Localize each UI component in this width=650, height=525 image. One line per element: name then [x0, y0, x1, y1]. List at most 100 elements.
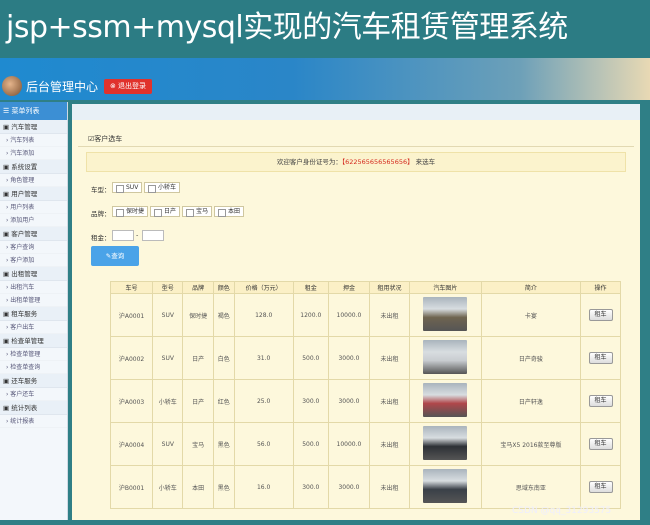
cell-deposit: 3000.0: [327, 465, 371, 509]
brand-option-porsche[interactable]: 保时捷: [112, 206, 149, 217]
table-row: 沪A0004 SUV 宝马 黑色 56.0 500.0 10000.0 未出租 宝马X5 201…: [109, 422, 621, 466]
car-photo: [423, 469, 468, 503]
sidebar-group[interactable]: ▣ 还车服务: [0, 374, 67, 388]
rent-button[interactable]: 租车: [588, 395, 613, 407]
cell-model: SUV: [152, 293, 184, 337]
sidebar-menu: ▣ 汽车管理 › 汽车列表 › 汽车添加 ▣ 系统设置 › 角色管理 ▣ 用户管理 › 用户…: [0, 120, 67, 428]
cell-rent: 500.0: [292, 336, 329, 380]
sidebar-item[interactable]: › 检查单查询: [0, 361, 67, 374]
sidebar-group[interactable]: ▣ 系统设置: [0, 160, 67, 174]
sidebar-group[interactable]: ▣ 汽车管理: [0, 120, 67, 134]
sidebar-item[interactable]: › 客户添加: [0, 254, 67, 267]
sidebar-item[interactable]: › 客户还车: [0, 388, 67, 401]
column-header: 品牌: [182, 281, 214, 294]
sidebar-header: ☰ 菜单列表: [0, 102, 67, 120]
sidebar-item[interactable]: › 客户查询: [0, 241, 67, 254]
cell-price: 128.0: [233, 293, 294, 337]
sidebar-item[interactable]: › 添加用户: [0, 214, 67, 227]
brand-option-honda[interactable]: 本田: [214, 206, 245, 217]
cell-plate: 沪A0001: [109, 293, 154, 337]
cell-color: 褐色: [212, 293, 235, 337]
avatar: [2, 76, 22, 96]
sidebar-group[interactable]: ▣ 客户管理: [0, 227, 67, 241]
sidebar-group[interactable]: ▣ 检查单管理: [0, 334, 67, 348]
banner-title: jsp+ssm+mysql实现的汽车租赁管理系统: [0, 0, 650, 58]
table-header-row: 车号 型号 品牌 颜色 价格（万元） 租金 押金 租用状况 汽车图片 简介 操作: [109, 281, 621, 294]
cell-model: 小轿车: [152, 465, 184, 509]
rent-button[interactable]: 租车: [588, 309, 613, 321]
sidebar-item[interactable]: › 汽车添加: [0, 147, 67, 160]
cell-brand: 保时捷: [182, 293, 214, 337]
cell-model: SUV: [152, 336, 184, 380]
cell-image: [408, 293, 482, 337]
app-title: 后台管理中心: [26, 80, 99, 94]
rent-button[interactable]: 租车: [588, 481, 613, 493]
type-option-sedan[interactable]: 小轿车: [144, 182, 181, 193]
sidebar-item[interactable]: › 出租汽车: [0, 281, 67, 294]
rent-button[interactable]: 租车: [588, 438, 613, 450]
column-header: 押金: [327, 281, 371, 294]
car-photo: [423, 426, 468, 460]
sidebar-group[interactable]: ▣ 统计列表: [0, 401, 67, 415]
column-header: 型号: [152, 281, 184, 294]
column-header: 操作: [580, 281, 621, 294]
cell-color: 黑色: [212, 465, 235, 509]
sidebar-item[interactable]: › 用户列表: [0, 201, 67, 214]
sidebar-group[interactable]: ▣ 出租管理: [0, 267, 67, 281]
brand-option-nissan[interactable]: 日产: [150, 206, 181, 217]
rent-button[interactable]: 租车: [588, 352, 613, 364]
cell-brand: 日产: [182, 336, 214, 380]
cell-color: 黑色: [212, 422, 235, 466]
cell-price: 56.0: [233, 422, 294, 466]
cell-rent: 300.0: [292, 465, 329, 509]
table-body: 沪A0001 SUV 保时捷 褐色 128.0 1200.0 10000.0 未出租 卡宴 租车沪…: [109, 293, 621, 509]
cell-color: 白色: [212, 336, 235, 380]
cell-plate: 沪B0001: [109, 465, 154, 509]
sidebar-item[interactable]: › 汽车列表: [0, 134, 67, 147]
cell-rent: 1200.0: [292, 293, 329, 337]
sidebar-item[interactable]: › 统计报表: [0, 415, 67, 428]
cell-rent: 300.0: [292, 379, 329, 423]
cell-plate: 沪A0002: [109, 336, 154, 380]
breadcrumb: ☑客户选车: [88, 135, 123, 143]
price-filter-label: 租金：: [91, 234, 111, 242]
cell-image: [408, 336, 482, 380]
notice-suffix: 来选车: [413, 158, 436, 166]
brand-option-bmw[interactable]: 宝马: [182, 206, 213, 217]
cell-intro: 宝马X5 2016款至尊版: [480, 422, 582, 466]
main-content: ☑客户选车 欢迎客户身份证号为：【622565656565656】 来选车 车型…: [72, 104, 640, 520]
type-option-suv[interactable]: SUV: [112, 182, 143, 193]
watermark: CSDN @qq_31293575: [512, 506, 612, 516]
sidebar-group[interactable]: ▣ 租车服务: [0, 307, 67, 321]
sidebar-item[interactable]: › 检查单管理: [0, 348, 67, 361]
cell-price: 25.0: [233, 379, 294, 423]
column-header: 租用状况: [369, 281, 410, 294]
car-photo: [423, 297, 468, 331]
column-header: 颜色: [212, 281, 235, 294]
content-top-strip: [72, 104, 640, 120]
cell-intro: 日产轩逸: [480, 379, 582, 423]
price-max-input[interactable]: [142, 230, 164, 241]
cell-brand: 宝马: [182, 422, 214, 466]
cell-plate: 沪A0003: [109, 379, 154, 423]
cell-status: 未出租: [369, 379, 410, 423]
table-row: 沪B0001 小轿车 本田 黑色 16.0 300.0 3000.0 未出租 思域东南亚 租车: [109, 465, 621, 509]
cell-deposit: 10000.0: [327, 422, 371, 466]
column-header: 车号: [109, 281, 154, 294]
sidebar-item[interactable]: › 出租单管理: [0, 294, 67, 307]
query-button[interactable]: ✎查询: [91, 246, 139, 266]
sidebar-item[interactable]: › 客户出车: [0, 321, 67, 334]
cell-intro: 思域东南亚: [480, 465, 582, 509]
cell-color: 红色: [212, 379, 235, 423]
price-min-input[interactable]: [112, 230, 134, 241]
sidebar-group[interactable]: ▣ 用户管理: [0, 187, 67, 201]
cell-action: 租车: [580, 465, 621, 509]
divider: [78, 146, 634, 147]
sidebar-item[interactable]: › 角色管理: [0, 174, 67, 187]
logout-button[interactable]: ⊗ 退出登录: [104, 79, 152, 94]
column-header: 汽车图片: [408, 281, 482, 294]
cell-action: 租车: [580, 293, 621, 337]
cell-status: 未出租: [369, 336, 410, 380]
cell-status: 未出租: [369, 465, 410, 509]
welcome-notice: 欢迎客户身份证号为：【622565656565656】 来选车: [86, 152, 626, 172]
